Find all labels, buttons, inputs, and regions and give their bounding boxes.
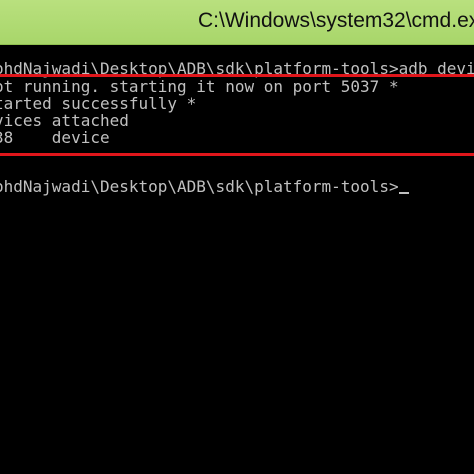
console-prompt: ohdNajwadi\Desktop\ADB\sdk\platform-tool…	[0, 177, 399, 196]
title-bar[interactable]: C:\Windows\system32\cmd.exe	[0, 0, 474, 45]
text-cursor	[398, 192, 409, 194]
console-output[interactable]: ohdNajwadi\Desktop\ADB\sdk\platform-tool…	[0, 45, 474, 474]
highlight-line-top	[0, 74, 474, 77]
cmd-window: C:\Windows\system32\cmd.exe ohdNajwadi\D…	[0, 0, 474, 474]
console-prompt-line[interactable]: ohdNajwadi\Desktop\ADB\sdk\platform-tool…	[0, 178, 409, 196]
console-line-device-entry: 38 device	[0, 128, 110, 147]
highlight-line-bottom	[0, 153, 474, 156]
window-title: C:\Windows\system32\cmd.exe	[198, 9, 474, 32]
